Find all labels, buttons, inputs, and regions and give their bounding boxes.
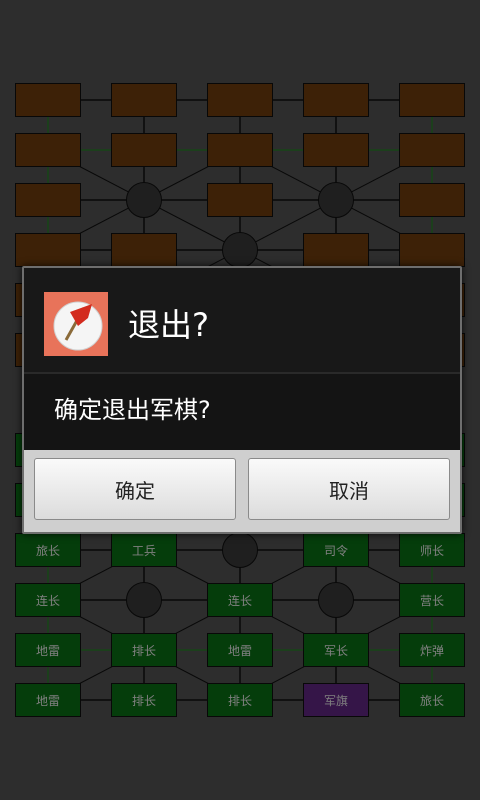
dialog-title: 退出? [128, 306, 209, 344]
cancel-button[interactable]: 取消 [248, 458, 450, 520]
ok-button[interactable]: 确定 [34, 458, 236, 520]
red-flag-icon [44, 292, 108, 356]
dialog-header: 退出? [24, 268, 460, 374]
exit-dialog: 退出? 确定退出军棋? 确定 取消 [22, 266, 462, 534]
dialog-message: 确定退出军棋? [54, 396, 211, 424]
dialog-button-bar: 确定 取消 [24, 450, 460, 532]
